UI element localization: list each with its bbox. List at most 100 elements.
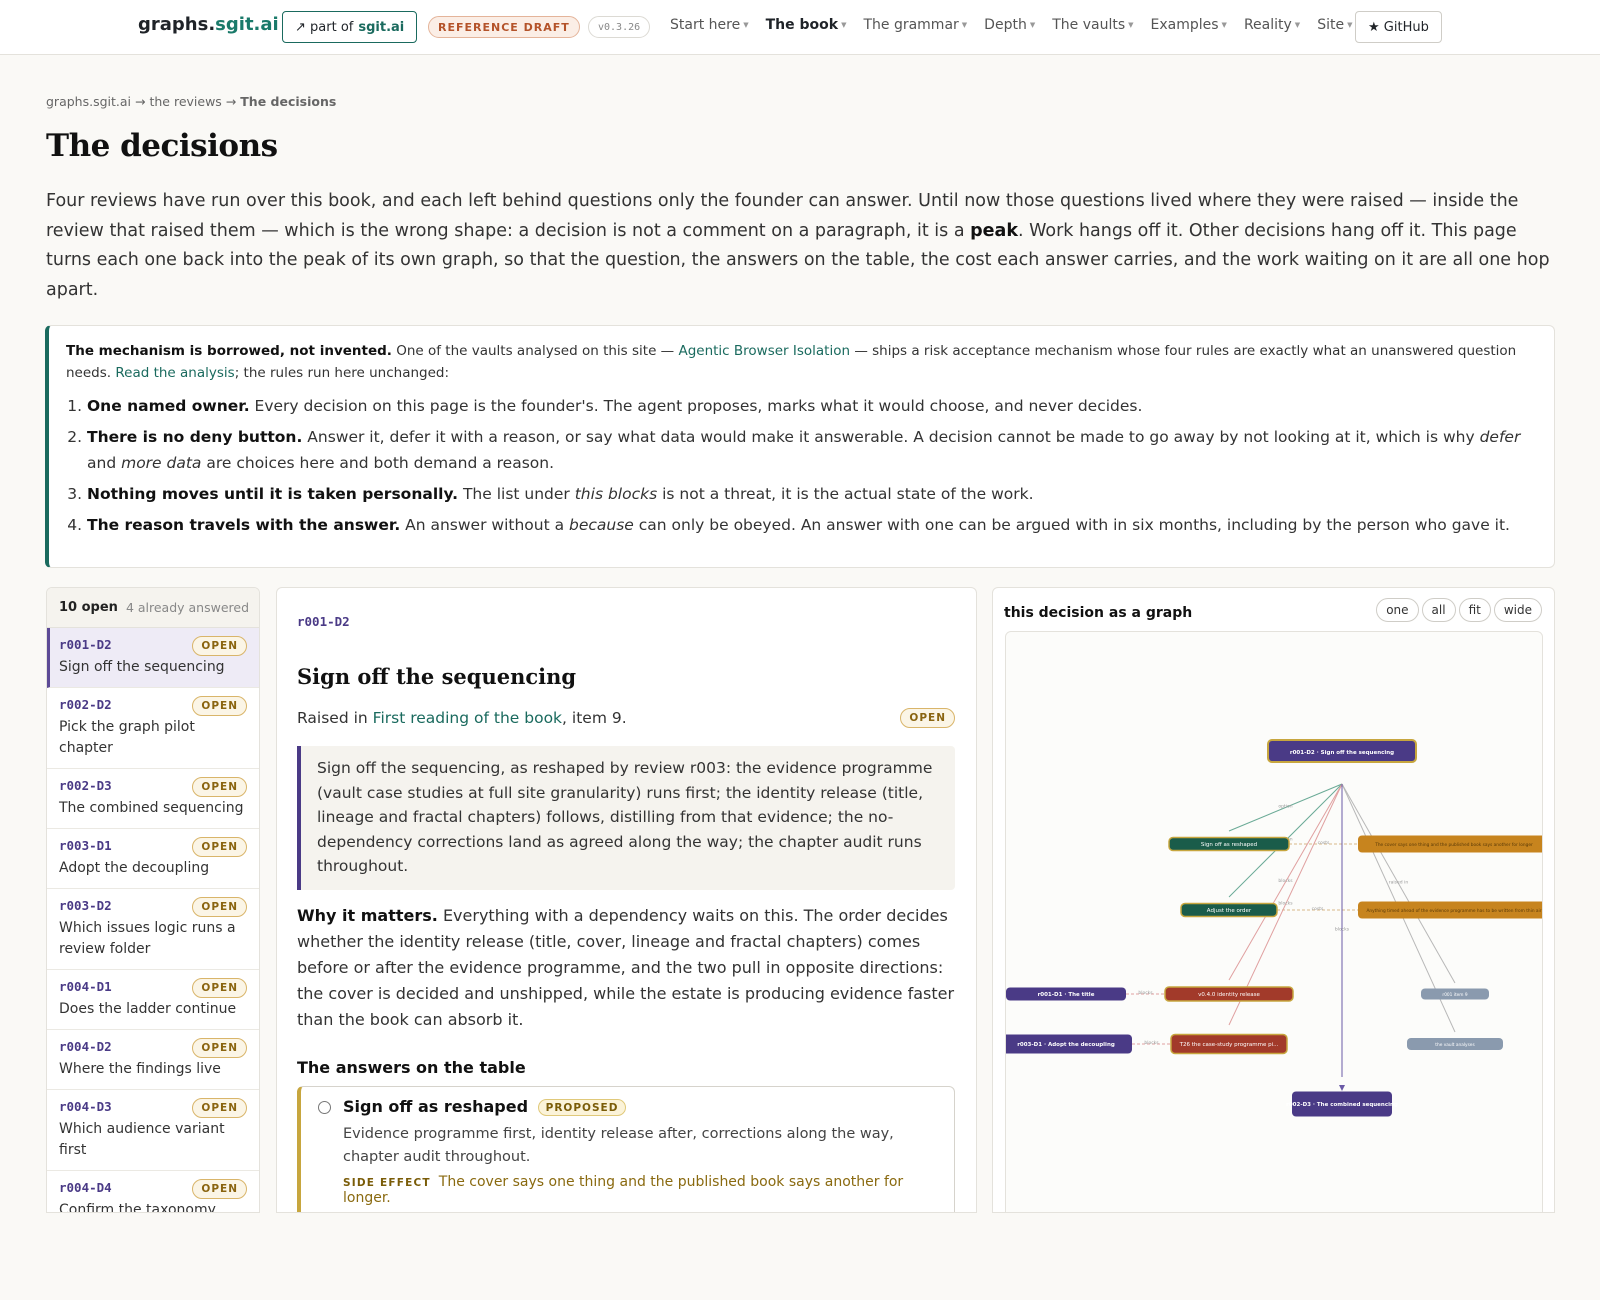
status-badge: OPEN [192,897,247,917]
answer-description: Evidence programme first, identity relea… [343,1125,894,1165]
graph-node-r2[interactable]: the vault analyses [1407,1038,1503,1050]
graph-edge-label: costs [1318,840,1330,846]
answer-title-row: Sign off as reshaped PROPOSED [343,1097,938,1116]
graph-wide-button[interactable]: wide [1493,598,1542,622]
graph-node-a1[interactable]: Sign off as reshaped [1168,836,1290,852]
decision-list-item[interactable]: r003-D1 OPEN Adopt the decoupling [47,829,259,889]
why-it-matters: Why it matters. Everything with a depend… [297,905,955,1029]
status-badge: OPEN [192,1179,247,1199]
chevron-down-icon: ▼ [961,21,968,29]
breadcrumb-current: The decisions [240,94,337,109]
decision-item-title: Where the findings live [59,1061,221,1077]
chevron-down-icon: ▼ [841,21,847,29]
decision-item-title: Confirm the taxonomy classes [59,1202,216,1213]
graph-node-label: r001 item 9 [1442,992,1467,998]
graph-all-button[interactable]: all [1421,598,1456,622]
breadcrumb-root[interactable]: graphs.sgit.ai [46,94,131,109]
breadcrumb-arrow: → [225,94,237,109]
breadcrumb-reviews[interactable]: the reviews [149,94,221,109]
graph-node-peak[interactable]: r001-D2 · Sign off the sequencing [1267,739,1417,763]
graph-node-a2[interactable]: Adjust the order [1180,902,1278,918]
decision-question: Sign off the sequencing, as reshaped by … [297,746,955,890]
graph-svg[interactable]: optionoptioncostscostsblocksblocksblocks… [1006,632,1542,1213]
rule-item: One named owner. Every decision on this … [87,393,1538,419]
answers-heading: The answers on the table [297,1057,526,1077]
graph-node-label: Anything timed ahead of the evidence pro… [1366,908,1541,914]
answer-option[interactable]: Sign off as reshaped PROPOSED Evidence p… [297,1085,955,1212]
graph-node-label: The cover says one thing and the publish… [1374,842,1533,848]
chevron-down-icon: ▼ [1221,21,1227,29]
chevron-down-icon: ▼ [1347,21,1353,29]
decision-list-item[interactable]: r001-D2 OPEN Sign off the sequencing [47,628,259,688]
status-badge: OPEN [192,636,247,656]
part-of-sgit-button[interactable]: ↗ part of sgit.ai [282,11,418,43]
graph-fit-button[interactable]: fit [1458,598,1491,622]
vault-link[interactable]: Agentic Browser Isolation [678,343,850,359]
read-analysis-link[interactable]: Read the analysis [115,365,234,381]
nav-depth[interactable]: Depth ▼ [984,17,1035,33]
nav-site[interactable]: Site ▼ [1317,17,1352,33]
rule-item: There is no deny button. Answer it, defe… [87,424,1538,476]
graph-node-b1[interactable]: v0.4.0 identity release [1164,986,1294,1002]
decision-list-item[interactable]: r004-D4OPENConfirm the taxonomy classes [47,1171,259,1213]
github-button[interactable]: ★ GitHub [1355,11,1442,43]
main-nav-links: Start here ▼ The book ▼ The grammar ▼ Depth… [670,17,1352,33]
nav-examples[interactable]: Examples ▼ [1151,17,1227,33]
graph-node-s1[interactable]: The cover says one thing and the publish… [1358,835,1542,853]
graph-one-button[interactable]: one [1376,598,1419,622]
decision-list-item[interactable]: r003-D2 OPEN Which issues logic runs a rev… [47,889,259,970]
graph-panel: this decision as a graph one all fit wid… [992,587,1555,1213]
graph-node-label: Adjust the order [1207,908,1252,914]
decision-list-item[interactable]: r004-D3 OPEN Which audience variant first [47,1090,259,1171]
decision-list-item[interactable]: r004-D2 OPEN Where the findings live [47,1030,259,1090]
nav-the-book[interactable]: The book ▼ [766,17,847,33]
graph-edge-label: blocks [1144,1040,1159,1046]
decision-list-item[interactable]: r004-D1 OPEN Does the ladder continue [47,970,259,1030]
graph-canvas[interactable]: optionoptioncostscostsblocksblocksblocks… [1005,631,1543,1213]
graph-node-d3[interactable]: r002-D3 · The combined sequencing [1286,1091,1398,1117]
graph-node-label: r003-D1 · Adopt the decoupling [1017,1042,1115,1048]
decision-item-title: Which audience variant first [59,1121,225,1158]
status-badge: OPEN [192,978,247,998]
decision-list-header: 10 open 4 already answered [47,588,259,628]
graph-node-d2[interactable]: r003-D1 · Adopt the decoupling [1006,1034,1132,1054]
graph-node-label: r002-D3 · The combined sequencing [1286,1102,1398,1108]
graph-node-s2[interactable]: Anything timed ahead of the evidence pro… [1358,901,1542,919]
graph-edge-label: blocks [1138,990,1153,996]
decision-id: r001-D2 [297,614,350,629]
graph-node-label: r001-D1 · The title [1038,992,1095,998]
status-badge: OPEN [192,1098,247,1118]
decision-item-title: Which issues logic runs a review folder [59,920,236,957]
decision-item-title: Does the ladder continue [59,1001,237,1017]
rule-item: Nothing moves until it is taken personal… [87,481,1538,507]
part-of-label: ↗ part of [295,19,354,35]
status-badge: OPEN [192,1038,247,1058]
graph-node-label: Sign off as reshaped [1201,842,1257,848]
raised-in-row: Raised in First reading of the book, ite… [297,708,955,728]
nav-the-grammar[interactable]: The grammar ▼ [863,17,967,33]
chevron-down-icon: ▼ [1294,21,1301,29]
part-of-site: sgit.ai [358,19,405,35]
intro-paragraph: Four reviews have run over this book, an… [46,191,1550,300]
nav-the-vaults[interactable]: The vaults ▼ [1052,17,1133,33]
graph-node-label: r001-D2 · Sign off the sequencing [1290,750,1394,756]
mechanism-lead: The mechanism is borrowed, not invented.… [66,343,1517,381]
answer-radio[interactable] [318,1100,331,1114]
decision-item-title: The combined sequencing [59,800,244,816]
decision-list-item[interactable]: r002-D3 OPEN The combined sequencing [47,769,259,829]
decision-list: 10 open 4 already answered r001-D2 OPEN Si… [46,587,260,1213]
answered-count[interactable]: 4 already answered [126,600,249,615]
graph-node-r1[interactable]: r001 item 9 [1421,988,1489,1000]
graph-node-d1[interactable]: r001-D1 · The title [1006,987,1126,1001]
page-title: The decisions [46,128,278,164]
graph-edge-label: blocks [1278,878,1293,884]
graph-node-b2[interactable]: T26 the case-study programme pi... [1170,1033,1288,1055]
breadcrumb: graphs.sgit.ai → the reviews → The decis… [46,94,336,109]
decision-list-item[interactable]: r002-D2 OPEN Pick the graph pilot chapter [47,688,259,769]
nav-reality[interactable]: Reality ▼ [1244,17,1300,33]
proposed-badge: PROPOSED [537,1098,627,1116]
brand-logo[interactable]: graphs.sgit.ai [138,14,279,35]
graph-edge-label: blocks [1278,901,1293,907]
raised-in-link[interactable]: First reading of the book [373,709,562,727]
nav-start-here[interactable]: Start here ▼ [670,17,749,33]
